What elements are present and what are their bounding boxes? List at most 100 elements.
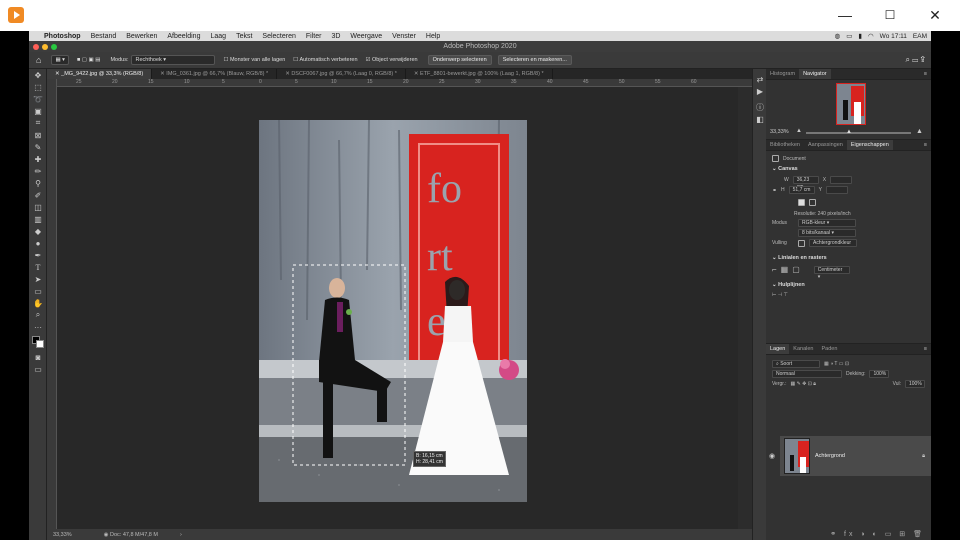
unit-select[interactable]: Centimeter ▾ — [813, 265, 850, 280]
home-icon[interactable]: ⌂ — [36, 55, 41, 65]
link-icon[interactable]: ⚭ — [772, 187, 777, 194]
doc-size[interactable]: ◉ Doc: 47,8 M/47,8 M — [104, 532, 158, 538]
menu-tekst[interactable]: Tekst — [231, 33, 257, 40]
select-mask-button[interactable]: Selecteren en maskeren... — [497, 55, 572, 65]
pixel-grid-icon[interactable]: ▢ — [792, 265, 800, 274]
tab-bibliotheken[interactable]: Bibliotheken — [766, 140, 804, 150]
menu-selecteren[interactable]: Selecteren — [257, 33, 300, 40]
canvas-section-title[interactable]: ⌄ Canvas — [766, 163, 931, 175]
menu-venster[interactable]: Venster — [387, 33, 421, 40]
creative-cloud-icon[interactable]: ◍ — [835, 32, 841, 40]
height-field[interactable]: 51,7 cm — [788, 186, 815, 194]
blend-mode-select[interactable]: Normaal — [772, 370, 842, 378]
menu-afbeelding[interactable]: Afbeelding — [162, 33, 205, 40]
healing-tool-icon[interactable]: ✚ — [29, 153, 47, 165]
maximize-button[interactable]: ☐ — [881, 7, 899, 23]
guide-icons[interactable]: ⊢ ⊣ ⊤ — [772, 292, 788, 298]
more-tools-icon[interactable]: ··· — [29, 321, 47, 333]
menu-bewerken[interactable]: Bewerken — [121, 33, 162, 40]
properties-menu-icon[interactable]: ≡ — [924, 140, 931, 150]
menu-filter[interactable]: Filter — [301, 33, 327, 40]
info-panel-icon[interactable]: ⓘ — [753, 101, 767, 113]
brush-tool-icon[interactable]: ✏ — [29, 165, 47, 177]
x-field[interactable] — [830, 176, 853, 184]
eraser-tool-icon[interactable]: ◫ — [29, 201, 47, 213]
menu-3d[interactable]: 3D — [326, 33, 345, 40]
frame-tool-icon[interactable]: ⊠ — [29, 129, 47, 141]
fill-swatch[interactable] — [798, 239, 805, 247]
eyedropper-tool-icon[interactable]: ✎ — [29, 141, 47, 153]
workspace-icons[interactable]: ⌕ ▭ ⇪ — [905, 55, 925, 65]
y-field[interactable] — [826, 186, 848, 194]
tab-paden[interactable]: Paden — [817, 344, 841, 354]
lasso-tool-icon[interactable]: ➰ — [29, 93, 47, 105]
opacity-field[interactable]: 100% — [869, 370, 890, 378]
bit-depth-select[interactable]: 8 bits/kanaal ▾ — [798, 229, 856, 237]
portrait-orientation-icon[interactable] — [798, 199, 805, 206]
tab-navigator[interactable]: Navigator — [799, 69, 831, 79]
type-tool-icon[interactable]: T — [29, 261, 47, 273]
tab-mg-9422[interactable]: ✕ _MG_9422.jpg @ 33,3% (RGB/8) — [47, 69, 153, 79]
fill-select[interactable]: Achtergrondkleur — [809, 239, 857, 247]
color-swatches[interactable] — [29, 333, 46, 351]
auto-enhance-checkbox[interactable]: ☐ Automatisch verbeteren — [293, 57, 357, 63]
menu-weergave[interactable]: Weergave — [345, 33, 387, 40]
layer-name[interactable]: Achtergrond — [815, 453, 845, 459]
zoom-tool-icon[interactable]: ⌕ — [29, 309, 47, 321]
canvas-vertical-scrollbar[interactable] — [738, 87, 752, 529]
actions-play-icon[interactable]: ▶ — [753, 85, 767, 97]
fill-opacity-field[interactable]: 100% — [905, 380, 925, 388]
menu-photoshop[interactable]: Photoshop — [39, 33, 86, 40]
blur-tool-icon[interactable]: ◆ — [29, 225, 47, 237]
path-select-tool-icon[interactable]: ➤ — [29, 273, 47, 285]
history-panel-icon[interactable]: ⇄ — [753, 73, 767, 85]
guides-title[interactable]: ⌄ Hulplijnen — [766, 279, 931, 291]
landscape-orientation-icon[interactable] — [809, 199, 816, 206]
sample-all-checkbox[interactable]: ☐ Monster van alle lagen — [223, 57, 285, 63]
tab-dscf0067[interactable]: ✕ DSCF0067.jpg @ 66,7% (Laag 0, RGB/8) * — [277, 69, 406, 79]
marquee-tool-icon[interactable]: ⬚ — [29, 81, 47, 93]
move-tool-icon[interactable]: ✥ — [29, 69, 47, 81]
object-select-tool-icon[interactable]: ▣ — [29, 105, 47, 117]
close-button[interactable]: ✕ — [926, 7, 944, 23]
display-icon[interactable]: ▭ — [846, 32, 852, 40]
navigator-zoom-value[interactable]: 33,33% — [770, 129, 789, 135]
tab-kanalen[interactable]: Kanalen — [789, 344, 817, 354]
layers-menu-icon[interactable]: ≡ — [924, 344, 931, 354]
dodge-tool-icon[interactable]: ● — [29, 237, 47, 249]
slider-thumb[interactable]: ▲ — [846, 129, 852, 135]
minimize-dot-icon[interactable] — [42, 44, 48, 50]
screen-mode-icon[interactable]: ▭ — [29, 363, 47, 375]
layer-row-achtergrond[interactable]: ◉ Achtergrond 🔒︎ — [769, 436, 931, 476]
tab-eigenschappen[interactable]: Eigenschappen — [846, 140, 893, 150]
navigator-thumbnail[interactable] — [836, 83, 866, 125]
minimize-button[interactable]: — — [836, 7, 854, 23]
close-dot-icon[interactable] — [33, 44, 39, 50]
background-color-icon[interactable] — [36, 340, 44, 348]
navigator-zoom-slider[interactable]: ▲ — [806, 129, 911, 135]
width-field[interactable]: 36,23 cm — [792, 176, 819, 190]
wifi-icon[interactable]: ◠ — [868, 32, 874, 40]
zoom-out-icon[interactable]: ▲ — [796, 128, 802, 134]
select-subject-button[interactable]: Onderwerp selecteren — [427, 55, 492, 65]
menubar-clock[interactable]: Wo 17:11 — [880, 33, 907, 40]
ruler-icon[interactable]: ⌐ — [772, 265, 777, 274]
status-arrow-icon[interactable]: › — [180, 532, 182, 538]
tab-img-0361[interactable]: ✕ IMG_0361.jpg @ 66,7% (Blauw, RGB/8) * — [152, 69, 278, 79]
history-brush-icon[interactable]: ✐ — [29, 189, 47, 201]
hand-tool-icon[interactable]: ✋ — [29, 297, 47, 309]
swatches-panel-icon[interactable]: ◧ — [753, 113, 767, 125]
grid-icon[interactable]: ▦ — [781, 265, 789, 274]
menu-laag[interactable]: Laag — [205, 33, 231, 40]
layer-filter-select[interactable]: ⌕ Soort — [772, 360, 820, 368]
gradient-tool-icon[interactable]: ▥ — [29, 213, 47, 225]
zoom-level[interactable]: 33,33% — [53, 532, 72, 538]
quick-mask-icon[interactable]: ◙ — [29, 351, 47, 363]
tab-etf-8801[interactable]: ✕ ETF_8801-bewerkt.jpg @ 100% (Laag 1, R… — [406, 69, 553, 79]
menu-help[interactable]: Help — [421, 33, 445, 40]
stamp-tool-icon[interactable]: ⚲ — [29, 177, 47, 189]
modus-select[interactable]: Rechthoek ▾ — [131, 55, 216, 65]
color-mode-select[interactable]: RGB-kleur ▾ — [798, 219, 856, 227]
tab-histogram[interactable]: Histogram — [766, 69, 799, 79]
lock-icons[interactable]: ▦ ✎ ✥ ⊡ 🔒︎ — [790, 381, 816, 387]
